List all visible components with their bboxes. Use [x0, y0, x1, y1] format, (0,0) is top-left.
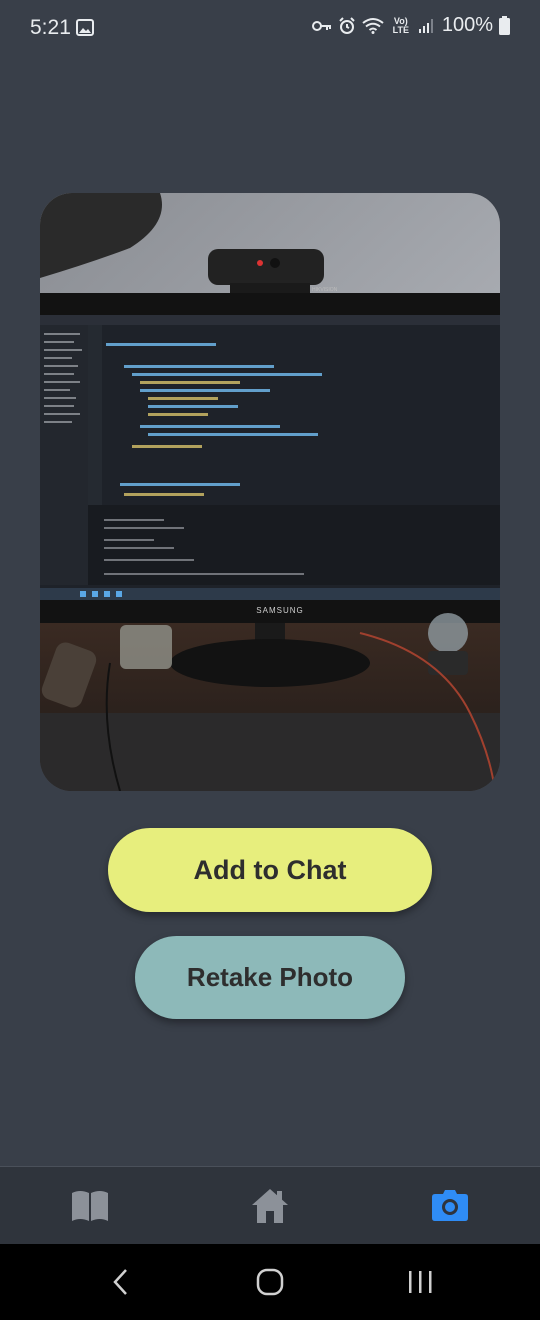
key-icon — [311, 20, 331, 31]
signal-icon — [418, 18, 433, 33]
bottom-tab-bar — [0, 1166, 540, 1245]
wifi-icon — [362, 18, 384, 34]
network-type-label: Vo) LTE — [392, 15, 410, 35]
back-icon — [113, 1269, 127, 1295]
status-icons: Vo) LTE 100% — [311, 14, 510, 37]
monitor-brand: SAMSUNG — [256, 606, 303, 615]
tab-book[interactable] — [45, 1167, 135, 1245]
recents-icon — [409, 1271, 432, 1293]
captured-photo: HIKVISION SAMSUNG — [40, 193, 500, 791]
alarm-icon — [339, 16, 355, 34]
add-to-chat-button[interactable]: Add to Chat — [108, 828, 432, 912]
photo-image: HIKVISION SAMSUNG — [40, 193, 500, 791]
battery-percent: 100% — [441, 14, 493, 36]
tab-home[interactable] — [225, 1167, 315, 1245]
home-circle-icon — [256, 1268, 284, 1296]
home-icon — [252, 1189, 288, 1223]
retake-photo-button[interactable]: Retake Photo — [135, 936, 405, 1019]
battery-icon — [499, 16, 510, 35]
system-navigation-bar — [0, 1244, 540, 1320]
nav-recents-button[interactable] — [390, 1262, 450, 1302]
status-time: 5:21 — [30, 16, 71, 39]
nav-back-button[interactable] — [90, 1262, 150, 1302]
status-bar: 5:21 Vo) LTE 100% — [0, 0, 540, 56]
tab-camera[interactable] — [405, 1167, 495, 1245]
camera-icon — [432, 1190, 468, 1221]
webcam-brand: HIKVISION — [312, 287, 338, 293]
nav-home-button[interactable] — [240, 1262, 300, 1302]
gallery-notification-icon — [76, 19, 94, 36]
book-icon — [72, 1191, 108, 1221]
